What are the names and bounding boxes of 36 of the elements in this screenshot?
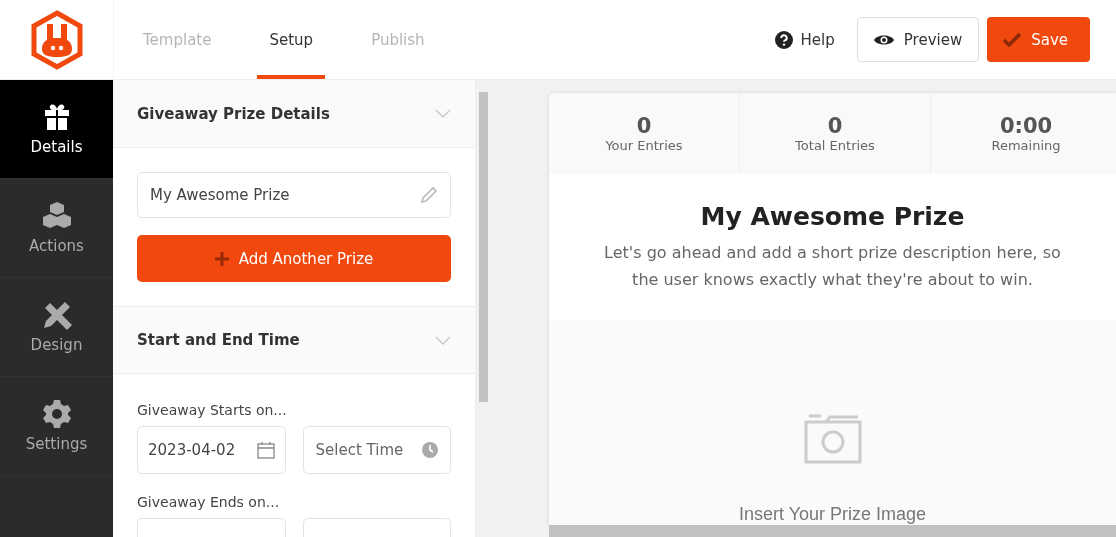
section-header[interactable]: Start and End Time — [113, 306, 475, 374]
section-title: Giveaway Prize Details — [137, 104, 330, 123]
help-button[interactable]: Help — [774, 30, 849, 49]
prize-name-field[interactable]: My Awesome Prize — [137, 172, 451, 218]
preview-button[interactable]: Preview — [856, 17, 980, 62]
cubes-icon — [40, 201, 73, 231]
add-prize-button[interactable]: Add Another Prize — [137, 235, 451, 282]
stat-label: Remaining — [991, 138, 1061, 154]
prize-description: Let's go ahead and add a short prize description here, so the user knows exactly what they're about to win. — [603, 241, 1062, 291]
sidebar-item[interactable]: Details — [0, 80, 113, 179]
help-icon — [774, 30, 793, 49]
time-field[interactable]: Select Time — [302, 426, 451, 474]
save-button[interactable]: Save — [987, 17, 1090, 62]
section-header[interactable]: Giveaway Prize Details — [113, 80, 475, 148]
plus-icon — [214, 251, 229, 266]
check-icon — [1003, 32, 1022, 47]
date-field[interactable]: 2023-04-02 — [137, 426, 286, 474]
field-label: Giveaway Ends on... — [137, 494, 281, 510]
stat-label: Your Entries — [605, 138, 683, 154]
calendar-icon — [256, 441, 275, 459]
prize-title: My Awesome Prize — [700, 201, 965, 231]
chevron-down-icon[interactable] — [435, 109, 451, 118]
stat-label: Total Entries — [795, 138, 875, 154]
camera-icon — [803, 412, 862, 464]
scrollbar[interactable] — [476, 80, 490, 537]
stat-value: 0 — [636, 114, 652, 139]
gear-icon — [40, 399, 73, 429]
stat-value: 0:00 — [999, 114, 1053, 139]
field-label: Giveaway Starts on... — [137, 402, 288, 418]
pencil-icon — [420, 186, 438, 204]
chevron-down-icon[interactable] — [435, 335, 451, 345]
image-placeholder-text: Insert Your Prize Image — [738, 504, 927, 525]
stat-value: 0 — [827, 114, 843, 139]
clock-icon — [422, 442, 438, 458]
scrollbar[interactable] — [549, 525, 1116, 537]
section-title: Start and End Time — [137, 331, 300, 349]
